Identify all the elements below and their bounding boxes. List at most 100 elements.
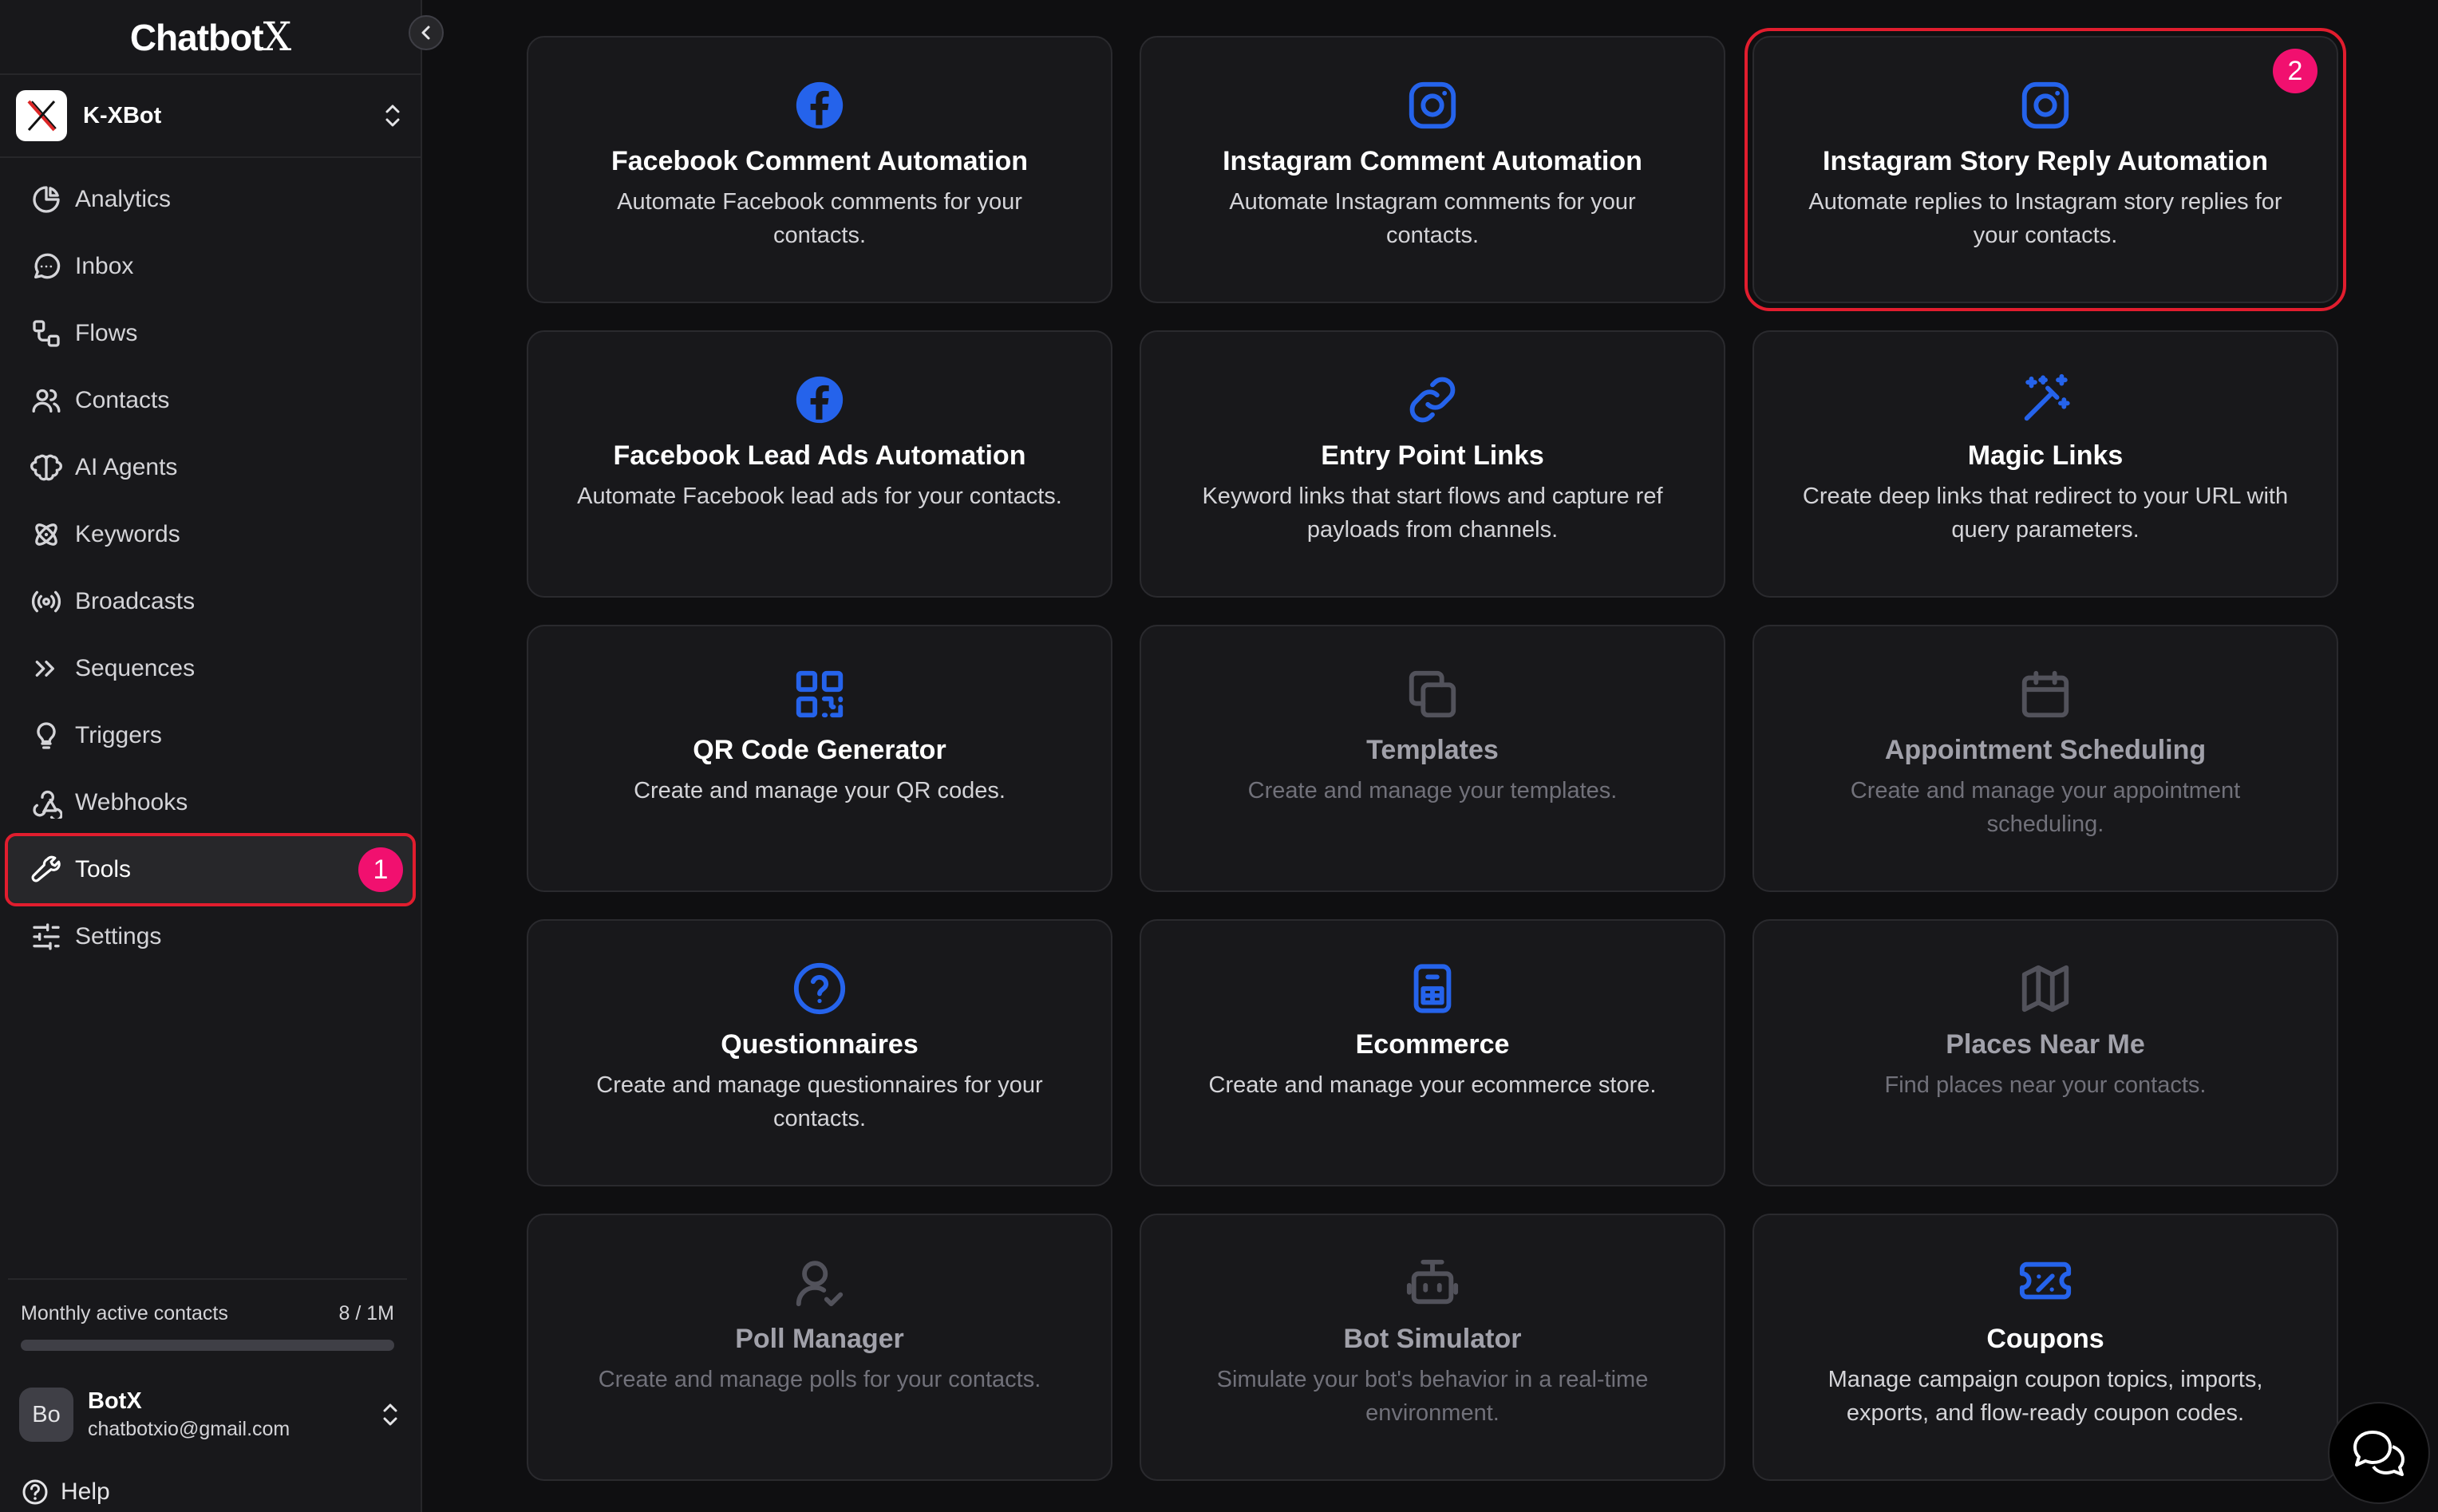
tool-card-poll-manager[interactable]: Poll Manager Create and manage polls for… <box>527 1214 1112 1481</box>
step-badge: 1 <box>358 847 403 892</box>
tool-card-description: Keyword links that start flows and captu… <box>1202 484 1663 543</box>
tool-card-description: Automate Facebook lead ads for your cont… <box>577 484 1062 509</box>
user-menu[interactable]: Bo BotX chatbotxio@gmail.com <box>19 1387 402 1443</box>
tools-grid: Facebook Comment Automation Automate Fac… <box>527 28 2346 1481</box>
bot-logo-icon <box>27 100 57 132</box>
sidebar-item-contacts[interactable]: Contacts <box>8 367 413 434</box>
tool-card-description: Create and manage your templates. <box>1247 778 1618 803</box>
facebook-icon <box>796 376 844 424</box>
brain-icon <box>30 454 62 481</box>
tool-card-facebook-comment-automation[interactable]: Facebook Comment Automation Automate Fac… <box>527 36 1112 303</box>
app-logo[interactable]: ChatbotX <box>0 0 421 75</box>
sidebar-item-icon <box>30 854 62 886</box>
tool-card-entry-point-links[interactable]: Entry Point Links Keyword links that sta… <box>1140 330 1725 598</box>
sidebar-item-icon <box>30 787 62 819</box>
sidebar-item-icon <box>30 452 62 484</box>
tool-card-description: Automate Facebook comments for your cont… <box>617 189 1022 248</box>
sidebar-item-icon <box>30 385 62 416</box>
sidebar-item-keywords[interactable]: Keywords <box>8 501 413 568</box>
tool-card-ecommerce[interactable]: Ecommerce Create and manage your ecommer… <box>1140 919 1725 1186</box>
tool-card-description: Create and manage your ecommerce store. <box>1208 1072 1657 1098</box>
bot-icon <box>1406 1259 1459 1305</box>
tool-card-instagram-story-reply-automation[interactable]: Instagram Story Reply Automation Automat… <box>1745 28 2346 311</box>
sidebar-item-label: Webhooks <box>75 789 188 815</box>
sidebar-item-settings[interactable]: Settings <box>8 903 413 970</box>
step-badge: 2 <box>2273 49 2317 93</box>
map-icon <box>2021 965 2069 1013</box>
tool-card-qr-code-generator[interactable]: QR Code Generator Create and manage your… <box>527 625 1112 892</box>
sidebar-item-icon <box>30 921 62 953</box>
help-label: Help <box>61 1478 110 1505</box>
tool-card-questionnaires[interactable]: Questionnaires Create and manage questio… <box>527 919 1112 1186</box>
tool-card-icon-wrap <box>792 77 848 133</box>
sidebar-item-label: Tools <box>75 856 132 882</box>
avatar: Bo <box>19 1388 73 1442</box>
collapse-sidebar-button[interactable] <box>409 15 444 50</box>
sidebar-item-ai-agents[interactable]: AI Agents <box>8 434 413 501</box>
tool-card-title: Coupons <box>1986 1324 2104 1354</box>
tool-card-icon-wrap <box>2017 372 2073 428</box>
sidebar-item-label: AI Agents <box>75 454 178 480</box>
sidebar-item-broadcasts[interactable]: Broadcasts <box>8 568 413 635</box>
facebook-icon <box>796 81 844 129</box>
tool-card-description: Create and manage your QR codes. <box>634 778 1006 803</box>
lightbulb-icon <box>37 722 56 749</box>
tool-card-facebook-lead-ads-automation[interactable]: Facebook Lead Ads Automation Automate Fa… <box>527 330 1112 598</box>
tool-card-places-near-me[interactable]: Places Near Me Find places near your con… <box>1752 919 2338 1186</box>
sidebar-item-triggers[interactable]: Triggers <box>8 702 413 769</box>
sidebar-nav: Analytics Inbox Flows Contacts AI Agents… <box>0 158 421 970</box>
tool-card-title: Facebook Comment Automation <box>611 146 1028 176</box>
sidebar-item-icon <box>30 586 62 618</box>
logo-text: ChatbotX <box>129 14 291 60</box>
sidebar-item-icon <box>30 318 62 349</box>
tool-card-coupons[interactable]: Coupons Manage campaign coupon topics, i… <box>1752 1214 2338 1481</box>
sidebar-item-flows[interactable]: Flows <box>8 300 413 367</box>
sidebar-item-label: Keywords <box>75 521 180 547</box>
tool-card-magic-links[interactable]: Magic Links Create deep links that redir… <box>1752 330 2338 598</box>
help-circle-icon <box>22 1479 48 1505</box>
magic-wand-icon <box>2024 373 2070 421</box>
sidebar-item-inbox[interactable]: Inbox <box>8 233 413 300</box>
sidebar-item-webhooks[interactable]: Webhooks <box>8 769 413 836</box>
tool-card-description: Simulate your bot's behavior in a real-t… <box>1216 1367 1649 1426</box>
tool-card-title: Appointment Scheduling <box>1884 735 2207 765</box>
ticket-percent-icon <box>2019 1261 2072 1300</box>
tool-card-icon-wrap <box>1405 1255 1460 1311</box>
user-check-icon <box>796 1261 844 1307</box>
tool-card-instagram-comment-automation[interactable]: Instagram Comment Automation Automate In… <box>1140 36 1725 303</box>
user-email: chatbotxio@gmail.com <box>88 1418 290 1440</box>
chat-bubbles-icon <box>2353 1431 2404 1476</box>
tool-card-icon-wrap <box>792 961 848 1017</box>
sidebar-item-tools[interactable]: Tools 1 <box>5 833 416 906</box>
chevron-left-icon <box>421 26 430 40</box>
sidebar: ChatbotX K-XBot Analytics Inbox Flows Co… <box>0 0 422 1512</box>
tool-card-icon-wrap <box>792 666 848 722</box>
wrench-icon <box>31 855 61 882</box>
help-link[interactable]: Help <box>21 1478 110 1506</box>
tool-card-bot-simulator[interactable]: Bot Simulator Simulate your bot's behavi… <box>1140 1214 1725 1481</box>
tool-card-title: Templates <box>1366 735 1499 765</box>
sidebar-item-label: Sequences <box>75 655 196 681</box>
tool-card-templates[interactable]: Templates Create and manage your templat… <box>1140 625 1725 892</box>
sidebar-item-label: Triggers <box>75 722 162 748</box>
bot-switcher[interactable]: K-XBot <box>0 75 421 158</box>
tool-card-title: Bot Simulator <box>1343 1324 1522 1354</box>
chat-support-button[interactable] <box>2328 1402 2430 1504</box>
tool-card-title: Places Near Me <box>1946 1029 2145 1060</box>
tool-card-icon-wrap <box>2017 666 2073 722</box>
sidebar-item-icon <box>30 519 62 551</box>
tool-card-icon-wrap <box>1405 961 1460 1017</box>
sidebar-item-label: Contacts <box>75 387 170 413</box>
tool-card-description: Create and manage polls for your contact… <box>598 1367 1041 1392</box>
tool-card-appointment-scheduling[interactable]: Appointment Scheduling Create and manage… <box>1752 625 2338 892</box>
tool-card-icon-wrap <box>1405 372 1460 428</box>
sidebar-item-icon <box>30 720 62 752</box>
sidebar-item-label: Broadcasts <box>75 588 196 614</box>
sidebar-item-analytics[interactable]: Analytics <box>8 166 413 233</box>
webhook-icon <box>33 790 62 819</box>
tool-card-title: Facebook Lead Ads Automation <box>613 440 1026 471</box>
sidebar-item-sequences[interactable]: Sequences <box>8 635 413 702</box>
tool-card-icon-wrap <box>2017 77 2073 133</box>
sidebar-item-label: Flows <box>75 320 138 346</box>
tool-card-title: Instagram Story Reply Automation <box>1823 146 2268 176</box>
